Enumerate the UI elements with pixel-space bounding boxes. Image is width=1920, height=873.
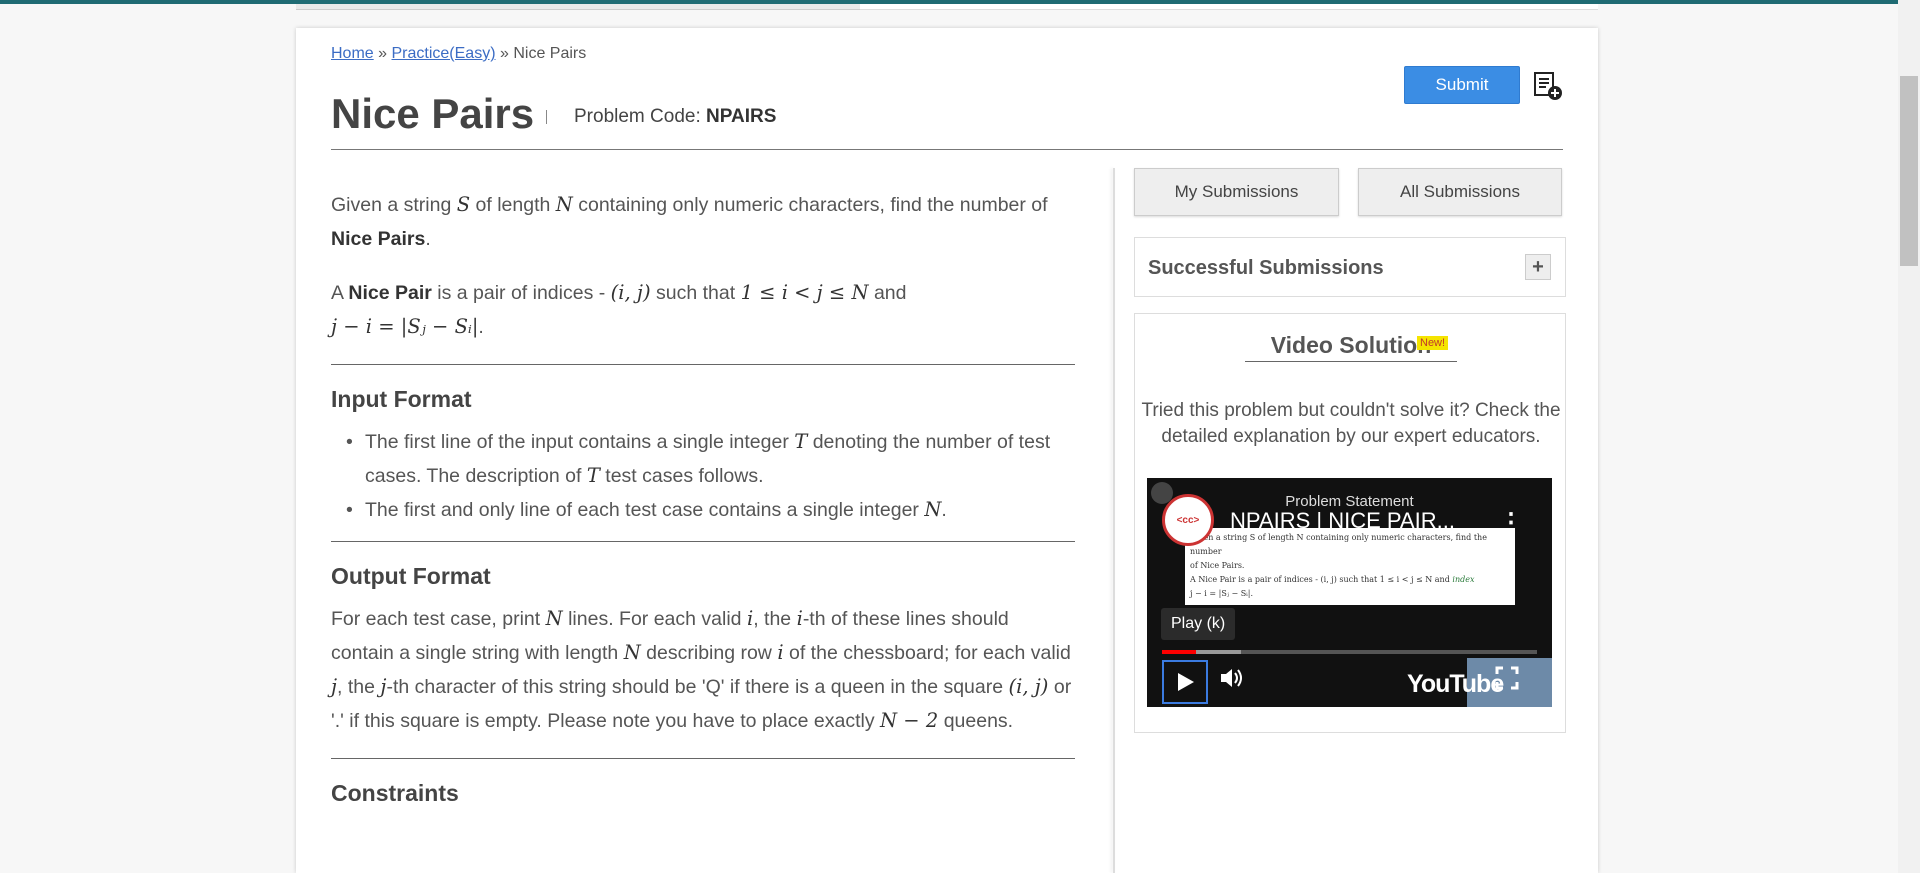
column-divider	[1113, 168, 1115, 873]
title-row: Nice Pairs Problem Code: NPAIRS	[331, 90, 1563, 150]
text: The first and only line of each test cas…	[365, 499, 919, 521]
section-divider	[331, 541, 1075, 542]
successful-submissions-label: Successful Submissions	[1148, 257, 1384, 279]
text: describing row	[646, 642, 772, 664]
video-player[interactable]: Problem Statement Given a string S of le…	[1147, 478, 1552, 707]
math-var: T	[586, 464, 600, 487]
text: , the	[753, 608, 792, 630]
title-divider	[546, 110, 547, 124]
list-item: The first and only line of each test cas…	[331, 493, 1075, 527]
video-title[interactable]: NPAIRS | NICE PAIR...	[1230, 508, 1455, 534]
input-format-heading: Input Format	[331, 386, 472, 412]
text: lines. For each valid	[568, 608, 742, 630]
bold-term: Nice Pairs	[331, 228, 426, 250]
math-expr: j − i = |Sⱼ − Sᵢ|	[331, 315, 479, 338]
volume-icon[interactable]	[1219, 666, 1245, 697]
thumbnail-line: of Nice Pairs.	[1190, 561, 1245, 570]
scrollbar-thumb[interactable]	[1900, 76, 1918, 266]
fullscreen-icon[interactable]	[1495, 666, 1519, 697]
breadcrumb: Home » Practice(Easy) » Nice Pairs	[331, 45, 586, 63]
math-var: N	[924, 498, 942, 521]
play-icon	[1178, 673, 1194, 691]
text: and	[873, 282, 907, 304]
successful-submissions-panel: Successful Submissions +	[1134, 237, 1566, 297]
youtube-logo[interactable]: YouTube	[1407, 670, 1504, 699]
text: A Nice Pair is a pair of indices - (i, j…	[1190, 575, 1450, 584]
math-var: N	[623, 641, 641, 664]
math-expr: (i, j)	[610, 281, 651, 304]
scribble-annotation: index	[1452, 575, 1475, 584]
new-badge: New!	[1417, 336, 1449, 350]
input-format-list: The first line of the input contains a s…	[331, 425, 1075, 527]
math-var: N	[545, 607, 563, 630]
tab-strip	[296, 4, 1598, 10]
bold-term: Nice Pair	[348, 282, 432, 304]
my-submissions-button[interactable]: My Submissions	[1134, 168, 1339, 216]
thumbnail-line: A Nice Pair is a pair of indices - (i, j…	[1190, 573, 1510, 587]
section-divider	[331, 758, 1075, 759]
text: A	[331, 282, 343, 304]
text: Given a string	[331, 194, 452, 216]
thumbnail-line: Given a string S of length N containing …	[1190, 533, 1487, 556]
buffered-bar	[1195, 650, 1241, 654]
text: is a pair of indices -	[437, 282, 606, 304]
problem-statement: Given a string S of length N containing …	[331, 188, 1075, 819]
progress-fill	[1162, 650, 1196, 654]
problem-code-value: NPAIRS	[706, 106, 777, 127]
math-expr: (i, j)	[1008, 675, 1049, 698]
text: .	[478, 316, 484, 338]
list-item: The first line of the input contains a s…	[331, 425, 1075, 493]
text: The first line of the input contains a s…	[365, 431, 789, 453]
breadcrumb-practice-link[interactable]: Practice(Easy)	[392, 45, 496, 62]
video-thumbnail: Given a string S of length N containing …	[1185, 528, 1515, 605]
text: such that	[656, 282, 736, 304]
problem-card: Home » Practice(Easy) » Nice Pairs Nice …	[296, 28, 1598, 873]
math-expr: 1 ≤ i < j ≤ N	[740, 281, 869, 304]
submit-button[interactable]: Submit	[1404, 66, 1520, 104]
math-var: S	[456, 193, 471, 216]
text: .	[425, 228, 431, 250]
expand-button[interactable]: +	[1525, 254, 1551, 280]
breadcrumb-separator: »	[378, 45, 388, 62]
text: , the	[337, 676, 375, 698]
text: containing only numeric characters, find…	[578, 194, 1048, 216]
video-solution-label: Video Solution	[1270, 332, 1432, 358]
progress-bar[interactable]	[1162, 650, 1537, 654]
all-submissions-button[interactable]: All Submissions	[1358, 168, 1562, 216]
text: .	[941, 499, 947, 521]
text: queens.	[943, 710, 1014, 732]
constraints-heading: Constraints	[331, 780, 459, 806]
video-solution-panel: Video Solution New! Tried this problem b…	[1134, 313, 1566, 733]
text: test cases follows.	[605, 465, 764, 487]
problem-code: Problem Code: NPAIRS	[574, 106, 776, 128]
statement-paragraph: Given a string S of length N containing …	[331, 188, 1075, 256]
breadcrumb-separator: »	[499, 45, 509, 62]
tab-strip-active	[296, 4, 860, 10]
add-to-list-icon[interactable]	[1532, 70, 1564, 102]
more-options-icon[interactable]: ⋮	[1499, 508, 1523, 537]
output-format-text: For each test case, print N lines. For e…	[331, 602, 1075, 738]
text: -th character of this string should be '…	[386, 676, 1004, 698]
math-var: i	[777, 641, 784, 664]
page-title: Nice Pairs	[331, 90, 535, 137]
problem-code-label: Problem Code:	[574, 106, 701, 127]
breadcrumb-current: Nice Pairs	[513, 45, 587, 62]
math-var: N	[555, 193, 573, 216]
statement-paragraph: A Nice Pair is a pair of indices - (i, j…	[331, 276, 1075, 344]
video-solution-heading: Video Solution New!	[1245, 332, 1457, 362]
text: of the chessboard; for each valid	[789, 642, 1071, 664]
channel-avatar[interactable]: <cc>	[1162, 494, 1214, 546]
thumbnail-line: j − i = |Sⱼ − Sᵢ|.	[1190, 589, 1254, 598]
text: of length	[475, 194, 551, 216]
video-description: Tried this problem but couldn't solve it…	[1141, 400, 1561, 447]
breadcrumb-home-link[interactable]: Home	[331, 45, 374, 62]
math-expr: N − 2	[880, 709, 939, 732]
text: For each test case, print	[331, 608, 541, 630]
play-tooltip: Play (k)	[1161, 608, 1236, 640]
output-format-heading: Output Format	[331, 563, 491, 589]
math-var: T	[794, 430, 808, 453]
section-divider	[331, 364, 1075, 365]
play-button[interactable]	[1162, 660, 1208, 704]
